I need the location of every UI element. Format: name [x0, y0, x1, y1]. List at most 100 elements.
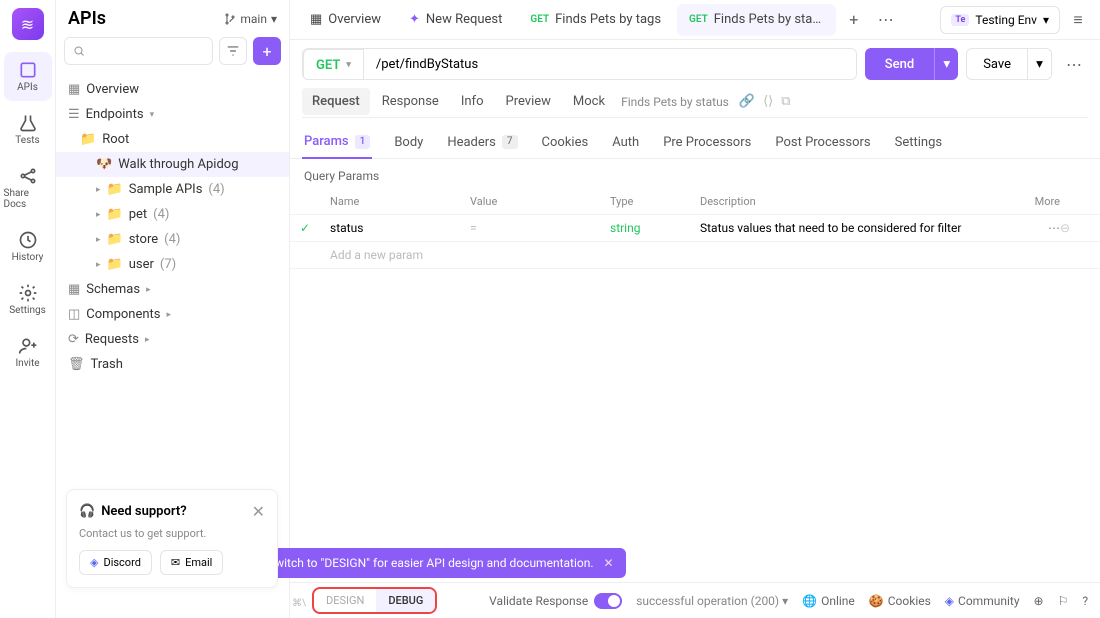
mode-debug[interactable]: DEBUG: [376, 589, 435, 612]
subtab-request[interactable]: Request: [302, 88, 370, 115]
rail-history[interactable]: History: [4, 222, 52, 271]
search-input[interactable]: [64, 37, 213, 65]
subtab-mock[interactable]: Mock: [563, 88, 615, 115]
subtab-response[interactable]: Response: [372, 88, 449, 115]
copy-icon[interactable]: ⧉: [781, 94, 790, 109]
subtab-info[interactable]: Info: [451, 88, 494, 115]
share-icon: [18, 166, 38, 186]
ptab-settings[interactable]: Settings: [893, 127, 944, 158]
params-table: Name Value Type Description More ✓ statu…: [290, 189, 1100, 269]
param-desc[interactable]: Status values that need to be considered…: [700, 221, 1000, 235]
tree-count: (4): [208, 182, 224, 197]
btn-label: Discord: [103, 556, 140, 569]
new-param-input[interactable]: [330, 248, 470, 262]
tree-sample[interactable]: ▸📁Sample APIs(4): [56, 177, 289, 202]
ptab-post[interactable]: Post Processors: [773, 127, 872, 158]
tree-label: pet: [129, 207, 147, 222]
online-link[interactable]: 🌐Online: [802, 594, 855, 608]
mode-design[interactable]: DESIGN: [314, 589, 376, 612]
discord-button[interactable]: ◈Discord: [79, 550, 152, 575]
param-type[interactable]: string: [610, 221, 700, 235]
env-selector[interactable]: Te Testing Env ▾: [940, 6, 1060, 34]
param-row-new[interactable]: [290, 242, 1100, 269]
send-button[interactable]: Send: [865, 48, 934, 80]
discord-icon: ◈: [945, 594, 954, 608]
tab-overview[interactable]: ▦Overview: [298, 4, 393, 36]
email-button[interactable]: ✉Email: [160, 550, 223, 575]
history-icon: [18, 230, 38, 250]
tree-store[interactable]: ▸📁store(4): [56, 227, 289, 252]
chevron-down-icon: ▾: [346, 60, 351, 70]
tree-schemas[interactable]: ▦Schemas▸: [56, 277, 289, 302]
tree-requests[interactable]: ⟳Requests▸: [56, 327, 289, 352]
save-button[interactable]: Save: [966, 48, 1028, 80]
param-value[interactable]: =: [470, 221, 610, 235]
rail-invite[interactable]: Invite: [4, 328, 52, 377]
rail-share[interactable]: Share Docs: [4, 158, 52, 218]
add-button[interactable]: +: [253, 37, 281, 65]
validate-switch[interactable]: [594, 593, 622, 609]
support-sub: Contact us to get support.: [79, 527, 265, 540]
param-delete[interactable]: ⊖: [1060, 221, 1090, 235]
param-more[interactable]: ⋯: [1000, 221, 1060, 235]
ptab-auth[interactable]: Auth: [610, 127, 641, 158]
ptab-cookies[interactable]: Cookies: [540, 127, 591, 158]
check-icon[interactable]: ✓: [300, 221, 330, 235]
globe-icon: 🌐: [802, 594, 817, 608]
url-input[interactable]: [364, 49, 856, 79]
ptab-params[interactable]: Params1: [302, 126, 372, 159]
response-status[interactable]: successful operation (200) ▾: [636, 594, 788, 608]
tab-add[interactable]: +: [840, 6, 868, 34]
tab-finds-tags[interactable]: GETFinds Pets by tags: [518, 4, 673, 36]
api-icon: [18, 60, 38, 80]
col-desc: Description: [700, 195, 1000, 208]
link-icon[interactable]: 🔗: [739, 94, 755, 109]
tabbar: ▦Overview ✦New Request GETFinds Pets by …: [290, 0, 1100, 40]
ptab-body[interactable]: Body: [392, 127, 425, 158]
ptab-label: Params: [304, 134, 349, 149]
send-caret[interactable]: ▾: [934, 48, 958, 80]
tree-user[interactable]: ▸📁user(7): [56, 252, 289, 277]
notification-icon[interactable]: ⊕: [1034, 594, 1044, 608]
rail-apis[interactable]: APIs: [4, 52, 52, 101]
tests-icon: [18, 113, 38, 133]
save-caret[interactable]: ▾: [1028, 48, 1052, 80]
status-label: successful operation (200): [636, 594, 779, 608]
community-link[interactable]: ◈Community: [945, 594, 1020, 608]
ptab-headers[interactable]: Headers7: [445, 127, 519, 158]
tree-root[interactable]: 📁Root: [56, 127, 289, 152]
bookmark-icon[interactable]: ⚐: [1058, 594, 1069, 608]
validate-label: Validate Response: [489, 594, 588, 608]
tree-label: Sample APIs: [129, 182, 203, 197]
support-close[interactable]: ✕: [252, 502, 265, 521]
tip-text: Switch to "DESIGN" for easier API design…: [268, 556, 594, 570]
cookies-link[interactable]: 🍪Cookies: [869, 594, 931, 608]
param-row[interactable]: ✓ status = string Status values that nee…: [290, 215, 1100, 242]
ptab-pre[interactable]: Pre Processors: [661, 127, 753, 158]
filter-button[interactable]: [219, 37, 247, 65]
tree-trash[interactable]: 🗑Trash: [56, 352, 289, 377]
tab-new-request[interactable]: ✦New Request: [397, 4, 514, 36]
param-name[interactable]: status: [330, 221, 470, 235]
branch-selector[interactable]: main ▾: [224, 12, 277, 26]
method-selector[interactable]: GET ▾: [303, 49, 364, 80]
url-more[interactable]: ⋯: [1060, 50, 1088, 78]
app-logo: ≋: [12, 8, 44, 40]
tree-walk[interactable]: 🐶Walk through Apidog: [56, 152, 289, 177]
rail-settings[interactable]: Settings: [4, 275, 52, 324]
rail-tests[interactable]: Tests: [4, 105, 52, 154]
tree-label: Endpoints: [86, 107, 144, 122]
tab-finds-status[interactable]: GETFinds Pets by stat...: [677, 4, 836, 36]
tree-pet[interactable]: ▸📁pet(4): [56, 202, 289, 227]
tab-more[interactable]: ⋯: [872, 6, 900, 34]
table-header: Name Value Type Description More: [290, 189, 1100, 215]
help-icon[interactable]: ?: [1082, 594, 1088, 608]
tip-close[interactable]: ✕: [604, 556, 614, 570]
tree-components[interactable]: ◫Components▸: [56, 302, 289, 327]
env-settings[interactable]: ≡: [1064, 6, 1092, 34]
subtab-preview[interactable]: Preview: [496, 88, 561, 115]
code-icon[interactable]: ⟨⟩: [763, 94, 773, 109]
tree-endpoints[interactable]: ☰Endpoints▾: [56, 102, 289, 127]
filter-icon: [226, 44, 240, 58]
tree-overview[interactable]: ▦Overview: [56, 77, 289, 102]
